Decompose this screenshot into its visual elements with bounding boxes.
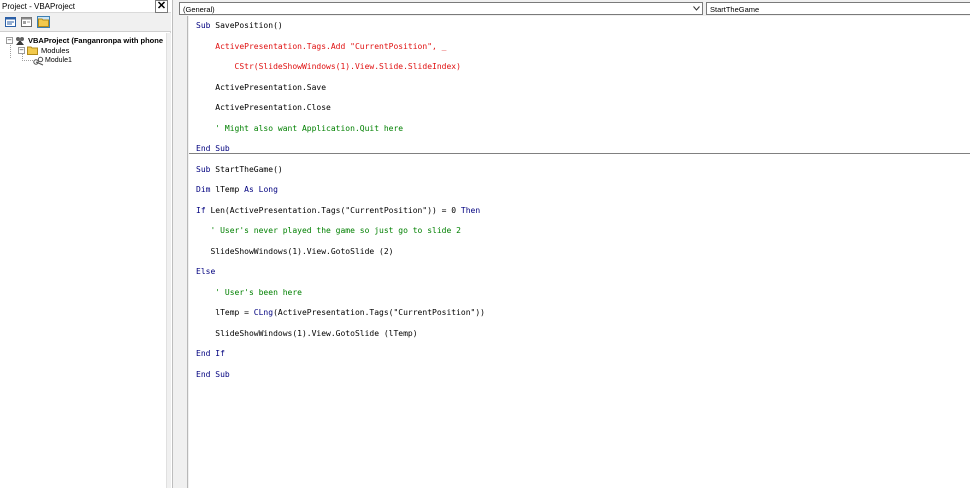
code-line[interactable]: If Len(ActivePresentation.Tags("CurrentP… <box>196 206 480 216</box>
code-line[interactable]: SlideShowWindows(1).View.GotoSlide (lTem… <box>196 329 418 339</box>
tree-item-label: Modules <box>41 46 70 55</box>
chevron-down-icon[interactable] <box>690 3 702 14</box>
folder-icon <box>38 18 49 27</box>
code-token: ' User's never played the game so just g… <box>196 226 461 235</box>
code-token: ActivePresentation.Close <box>196 103 331 112</box>
project-explorer-toolbar <box>0 13 171 32</box>
code-token: If <box>196 206 211 215</box>
code-token: SavePosition() <box>215 21 283 30</box>
code-margin-indicator-bar[interactable] <box>179 16 188 488</box>
code-token: ' Might also want Application.Quit here <box>196 124 404 133</box>
view-code-button[interactable] <box>4 16 17 28</box>
code-window: (General) StartTheGame Sub SavePosition(… <box>172 0 970 488</box>
code-line[interactable]: ActivePresentation.Close <box>196 103 331 113</box>
code-token: End Sub <box>196 370 230 379</box>
code-token: ' User's been here <box>196 288 302 297</box>
code-token: CLng <box>253 308 274 317</box>
code-line[interactable]: End If <box>196 349 225 359</box>
code-token: StartTheGame() <box>215 165 283 174</box>
code-line[interactable]: Dim lTemp As Long <box>196 185 278 195</box>
tree-item-label: Module1 <box>45 57 72 64</box>
code-token: ActivePresentation.Save <box>196 83 327 92</box>
close-icon[interactable]: ✕ <box>155 0 168 13</box>
project-explorer-pane: Project - VBAProject ✕ − VBAProject (Fan… <box>0 0 171 488</box>
object-dropdown-value: (General) <box>183 5 215 14</box>
code-line[interactable]: ActivePresentation.Tags.Add "CurrentPosi… <box>196 42 446 52</box>
code-token: End If <box>196 349 225 358</box>
collapse-icon[interactable]: − <box>18 47 25 54</box>
procedure-dropdown[interactable]: StartTheGame <box>706 2 970 15</box>
code-token: Dim <box>196 185 216 194</box>
code-line[interactable]: SlideShowWindows(1).View.GotoSlide (2) <box>196 247 393 257</box>
view-code-icon <box>5 17 16 27</box>
collapse-icon[interactable]: − <box>6 37 13 44</box>
project-explorer-titlebar: Project - VBAProject ✕ <box>0 0 171 13</box>
code-token: (ActivePresentation.Tags("CurrentPositio… <box>273 308 485 317</box>
code-line[interactable]: End Sub <box>196 370 230 380</box>
project-tree: − VBAProject (Fanganronpa with phone − M… <box>0 33 166 488</box>
project-explorer-scrollbar[interactable] <box>166 33 171 488</box>
code-token: lTemp <box>215 185 245 194</box>
code-token: SlideShowWindows(1).View.GotoSlide (2) <box>196 247 394 256</box>
code-line[interactable]: ' Might also want Application.Quit here <box>196 124 403 134</box>
object-dropdown[interactable]: (General) <box>179 2 703 15</box>
toggle-folders-button[interactable] <box>37 16 50 28</box>
code-line[interactable]: Else <box>196 267 215 277</box>
code-token: Sub <box>196 165 216 174</box>
code-token: Len(ActivePresentation.Tags("CurrentPosi… <box>210 206 461 215</box>
code-line[interactable]: ' User's been here <box>196 288 302 298</box>
code-token: lTemp = <box>196 308 254 317</box>
tree-item-module1[interactable]: Module1 <box>33 55 72 66</box>
code-line[interactable]: lTemp = CLng(ActivePresentation.Tags("Cu… <box>196 308 485 318</box>
code-token: End Sub <box>196 144 230 153</box>
code-line[interactable]: ActivePresentation.Save <box>196 83 326 93</box>
code-line[interactable]: ' User's never played the game so just g… <box>196 226 461 236</box>
project-explorer-title: Project - VBAProject <box>2 2 75 11</box>
code-token: Then <box>460 206 481 215</box>
code-token: Sub <box>196 21 216 30</box>
code-token: As Long <box>244 185 278 194</box>
folder-icon <box>27 46 38 55</box>
tree-connector <box>22 60 33 61</box>
view-object-icon <box>21 17 32 27</box>
tree-item-label: VBAProject (Fanganronpa with phone <box>28 36 164 45</box>
code-line[interactable]: Sub StartTheGame() <box>196 165 283 175</box>
code-line[interactable]: End Sub <box>196 144 230 154</box>
procedure-separator <box>189 153 970 154</box>
procedure-dropdown-value: StartTheGame <box>710 5 760 14</box>
module-icon <box>33 56 44 65</box>
code-token: SlideShowWindows(1).View.GotoSlide (lTem… <box>196 329 418 338</box>
code-line[interactable]: CStr(SlideShowWindows(1).View.Slide.Slid… <box>196 62 461 72</box>
code-token: Else <box>196 267 216 276</box>
code-token: ActivePresentation.Tags.Add "CurrentPosi… <box>196 42 447 51</box>
code-editor[interactable]: Sub SavePosition() ActivePresentation.Ta… <box>189 16 970 488</box>
code-line[interactable]: Sub SavePosition() <box>196 21 283 31</box>
view-object-button[interactable] <box>20 16 33 28</box>
vba-project-icon <box>16 36 24 45</box>
code-token: CStr(SlideShowWindows(1).View.Slide.Slid… <box>196 62 461 71</box>
